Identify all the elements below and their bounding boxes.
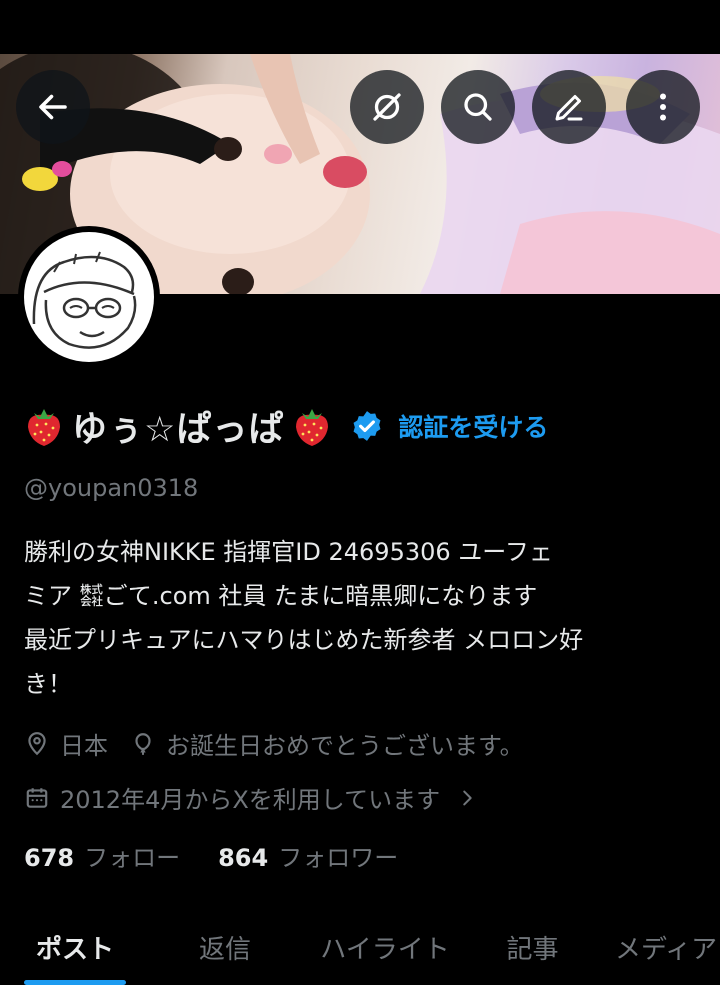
strawberry-emoji	[296, 409, 329, 446]
tab-label: 返信	[198, 935, 251, 965]
more-button[interactable]	[626, 70, 700, 144]
bio-line: 勝利の女神NIKKE 指揮官ID 24695306 ユーフェ	[24, 538, 553, 566]
profile-page: ゆぅ☆ぱっぱ 認証を受ける @youpan0318 勝利の女神NIKKE 指揮官…	[0, 0, 720, 985]
more-vertical-icon	[660, 93, 666, 121]
profile-tabs: ポスト 返信 ハイライト 記事 メディア	[0, 910, 720, 985]
tab-posts[interactable]: ポスト	[0, 910, 150, 985]
edit-button[interactable]	[532, 70, 606, 144]
tab-label: ハイライト	[320, 935, 450, 965]
verified-badge-icon[interactable]	[350, 409, 384, 443]
followers-label[interactable]: フォロワー	[278, 838, 398, 873]
bio: 勝利の女神NIKKE 指揮官ID 24695306 ユーフェ ミア ㍿ごて.co…	[24, 530, 684, 706]
tab-media[interactable]: メディア	[595, 910, 720, 985]
following-count[interactable]: 678	[24, 844, 74, 872]
tab-replies[interactable]: 返信	[150, 910, 300, 985]
display-name: ゆぅ☆ぱっぱ	[72, 409, 285, 450]
search-button[interactable]	[441, 70, 515, 144]
avatar[interactable]	[18, 226, 160, 368]
bio-line: き！	[24, 670, 72, 698]
following-label[interactable]: フォロー	[84, 838, 180, 873]
avatar-image	[24, 232, 154, 362]
bio-line: ミア ㍿ごて.com 社員 たまに暗黒卿になります	[24, 582, 538, 610]
joined-item[interactable]: 2012年4月からXを利用しています	[24, 780, 478, 815]
location-pin-icon	[28, 731, 46, 755]
birthday-text: お誕生日おめでとうございます。	[166, 732, 524, 760]
strawberry-emoji	[28, 409, 60, 446]
back-button[interactable]	[16, 70, 90, 144]
bio-line: 最近プリキュアにハマりはじめた新参者 メロロン好	[24, 626, 584, 654]
followers-count[interactable]: 864	[218, 844, 268, 872]
tab-label: ポスト	[35, 935, 114, 965]
name-row: ゆぅ☆ぱっぱ 認証を受ける	[24, 400, 548, 452]
search-icon	[464, 93, 492, 121]
location-item: 日本	[24, 726, 108, 761]
joined-row[interactable]: 2012年4月からXを利用しています	[24, 780, 500, 815]
location-text: 日本	[60, 732, 108, 760]
tab-highlights[interactable]: ハイライト	[300, 910, 470, 985]
grok-button[interactable]	[350, 70, 424, 144]
username-handle: @youpan0318	[24, 474, 199, 502]
tab-label: メディア	[615, 935, 718, 965]
arrow-left-icon	[39, 94, 67, 120]
active-tab-indicator	[24, 980, 126, 985]
chevron-right-icon	[463, 790, 472, 805]
profile-meta-row: 日本 お誕生日おめでとうございます。	[24, 726, 546, 761]
tab-label: 記事	[506, 935, 559, 965]
grok-icon	[373, 93, 401, 121]
balloon-icon	[135, 732, 151, 755]
pencil-icon	[555, 95, 583, 121]
calendar-icon	[26, 787, 48, 808]
avatar-drawing	[32, 251, 137, 349]
follow-stats: 678 フォロー 864 フォロワー	[24, 838, 436, 873]
get-verified-link[interactable]: 認証を受ける	[398, 408, 548, 444]
joined-text: 2012年4月からXを利用しています	[60, 786, 441, 814]
birthday-item: お誕生日おめでとうございます。	[130, 726, 524, 761]
tab-articles[interactable]: 記事	[470, 910, 595, 985]
